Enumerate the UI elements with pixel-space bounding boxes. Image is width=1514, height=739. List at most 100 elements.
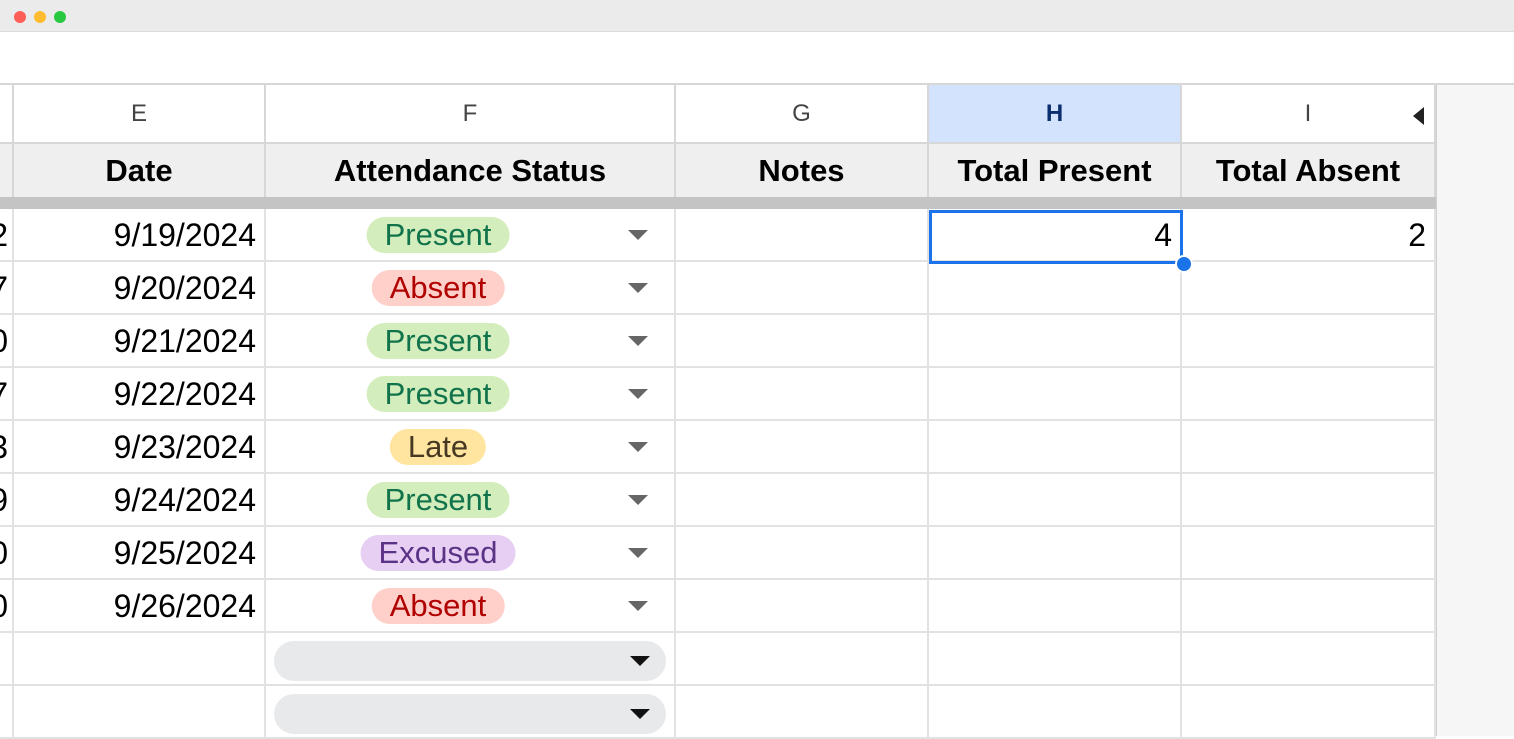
date-cell[interactable] — [14, 633, 266, 686]
column-d-cell[interactable] — [0, 686, 14, 739]
total-absent-cell[interactable] — [1182, 580, 1436, 633]
total-absent-cell[interactable] — [1182, 686, 1436, 739]
total-absent-cell[interactable]: 2 — [1182, 209, 1436, 262]
total-present-cell[interactable] — [929, 527, 1182, 580]
header-date[interactable]: Date — [14, 144, 266, 197]
dropdown-arrow-icon[interactable] — [628, 283, 648, 293]
status-cell[interactable]: Late — [266, 421, 676, 474]
header-total-present[interactable]: Total Present — [929, 144, 1182, 197]
column-e-header[interactable]: E — [14, 85, 266, 144]
collapse-arrow-icon[interactable] — [1413, 107, 1424, 125]
fill-handle[interactable] — [1175, 255, 1193, 273]
column-d-cell[interactable]: 0 — [0, 315, 14, 368]
date-cell[interactable]: 9/22/2024 — [14, 368, 266, 421]
column-d-cell[interactable]: 9 — [0, 474, 14, 527]
clipped-value: 0 — [0, 580, 8, 631]
freeze-divider[interactable] — [0, 197, 1436, 209]
column-d-cell[interactable]: 7 — [0, 368, 14, 421]
column-d-cell[interactable]: 0 — [0, 580, 14, 633]
close-window-button[interactable] — [14, 11, 26, 23]
empty-status-dropdown[interactable] — [274, 694, 666, 734]
header-notes[interactable]: Notes — [676, 144, 929, 197]
total-absent-cell[interactable] — [1182, 262, 1436, 315]
total-absent-cell[interactable] — [1182, 368, 1436, 421]
notes-cell[interactable] — [676, 633, 929, 686]
total-present-cell[interactable] — [929, 315, 1182, 368]
total-absent-cell[interactable] — [1182, 633, 1436, 686]
status-chip[interactable]: Present — [366, 482, 510, 518]
notes-cell[interactable] — [676, 580, 929, 633]
status-chip[interactable]: Absent — [371, 270, 505, 306]
total-absent-cell[interactable] — [1182, 315, 1436, 368]
column-d-header[interactable] — [0, 85, 14, 144]
total-present-cell[interactable] — [929, 633, 1182, 686]
status-cell[interactable] — [266, 686, 676, 739]
total-present-cell[interactable]: 4 — [929, 209, 1182, 262]
column-d-cell[interactable]: 3 — [0, 421, 14, 474]
status-chip[interactable]: Absent — [371, 588, 505, 624]
status-cell[interactable] — [266, 633, 676, 686]
total-present-cell[interactable] — [929, 686, 1182, 739]
total-present-cell[interactable] — [929, 262, 1182, 315]
total-present-cell[interactable] — [929, 580, 1182, 633]
empty-status-dropdown[interactable] — [274, 641, 666, 681]
status-cell[interactable]: Present — [266, 368, 676, 421]
zoom-window-button[interactable] — [54, 11, 66, 23]
date-cell[interactable]: 9/21/2024 — [14, 315, 266, 368]
column-letter: I — [1304, 99, 1312, 127]
dropdown-arrow-icon[interactable] — [628, 442, 648, 452]
minimize-window-button[interactable] — [34, 11, 46, 23]
dropdown-arrow-icon[interactable] — [628, 389, 648, 399]
header-status[interactable]: Attendance Status — [266, 144, 676, 197]
header-total-absent[interactable]: Total Absent — [1182, 144, 1436, 197]
date-cell[interactable]: 9/20/2024 — [14, 262, 266, 315]
total-absent-cell[interactable] — [1182, 527, 1436, 580]
date-cell[interactable]: 9/23/2024 — [14, 421, 266, 474]
status-chip[interactable]: Present — [366, 376, 510, 412]
header-d[interactable] — [0, 144, 14, 197]
notes-cell[interactable] — [676, 315, 929, 368]
dropdown-arrow-icon[interactable] — [628, 495, 648, 505]
status-cell[interactable]: Present — [266, 474, 676, 527]
status-chip[interactable]: Late — [389, 429, 487, 465]
status-cell[interactable]: Present — [266, 209, 676, 262]
notes-cell[interactable] — [676, 527, 929, 580]
total-absent-cell[interactable] — [1182, 474, 1436, 527]
total-absent-cell[interactable] — [1182, 421, 1436, 474]
column-d-cell[interactable] — [0, 633, 14, 686]
column-d-cell[interactable]: 7 — [0, 262, 14, 315]
status-chip[interactable]: Present — [366, 217, 510, 253]
dropdown-arrow-icon[interactable] — [628, 601, 648, 611]
notes-cell[interactable] — [676, 209, 929, 262]
column-d-cell[interactable]: 2 — [0, 209, 14, 262]
notes-cell[interactable] — [676, 686, 929, 739]
column-i-header[interactable]: I — [1182, 85, 1436, 144]
dropdown-arrow-icon[interactable] — [628, 548, 648, 558]
notes-cell[interactable] — [676, 474, 929, 527]
column-g-header[interactable]: G — [676, 85, 929, 144]
column-f-header[interactable]: F — [266, 85, 676, 144]
date-cell[interactable]: 9/26/2024 — [14, 580, 266, 633]
dropdown-arrow-icon[interactable] — [628, 230, 648, 240]
dropdown-arrow-icon[interactable] — [630, 709, 650, 719]
date-cell[interactable]: 9/25/2024 — [14, 527, 266, 580]
dropdown-arrow-icon[interactable] — [630, 656, 650, 666]
status-cell[interactable]: Excused — [266, 527, 676, 580]
notes-cell[interactable] — [676, 421, 929, 474]
total-present-cell[interactable] — [929, 368, 1182, 421]
notes-cell[interactable] — [676, 368, 929, 421]
total-present-cell[interactable] — [929, 421, 1182, 474]
status-cell[interactable]: Present — [266, 315, 676, 368]
date-cell[interactable] — [14, 686, 266, 739]
column-h-header[interactable]: H — [929, 85, 1182, 144]
status-cell[interactable]: Absent — [266, 580, 676, 633]
column-d-cell[interactable]: 0 — [0, 527, 14, 580]
date-cell[interactable]: 9/19/2024 — [14, 209, 266, 262]
total-present-cell[interactable] — [929, 474, 1182, 527]
status-chip[interactable]: Present — [366, 323, 510, 359]
notes-cell[interactable] — [676, 262, 929, 315]
date-cell[interactable]: 9/24/2024 — [14, 474, 266, 527]
dropdown-arrow-icon[interactable] — [628, 336, 648, 346]
status-chip[interactable]: Excused — [360, 535, 516, 571]
status-cell[interactable]: Absent — [266, 262, 676, 315]
